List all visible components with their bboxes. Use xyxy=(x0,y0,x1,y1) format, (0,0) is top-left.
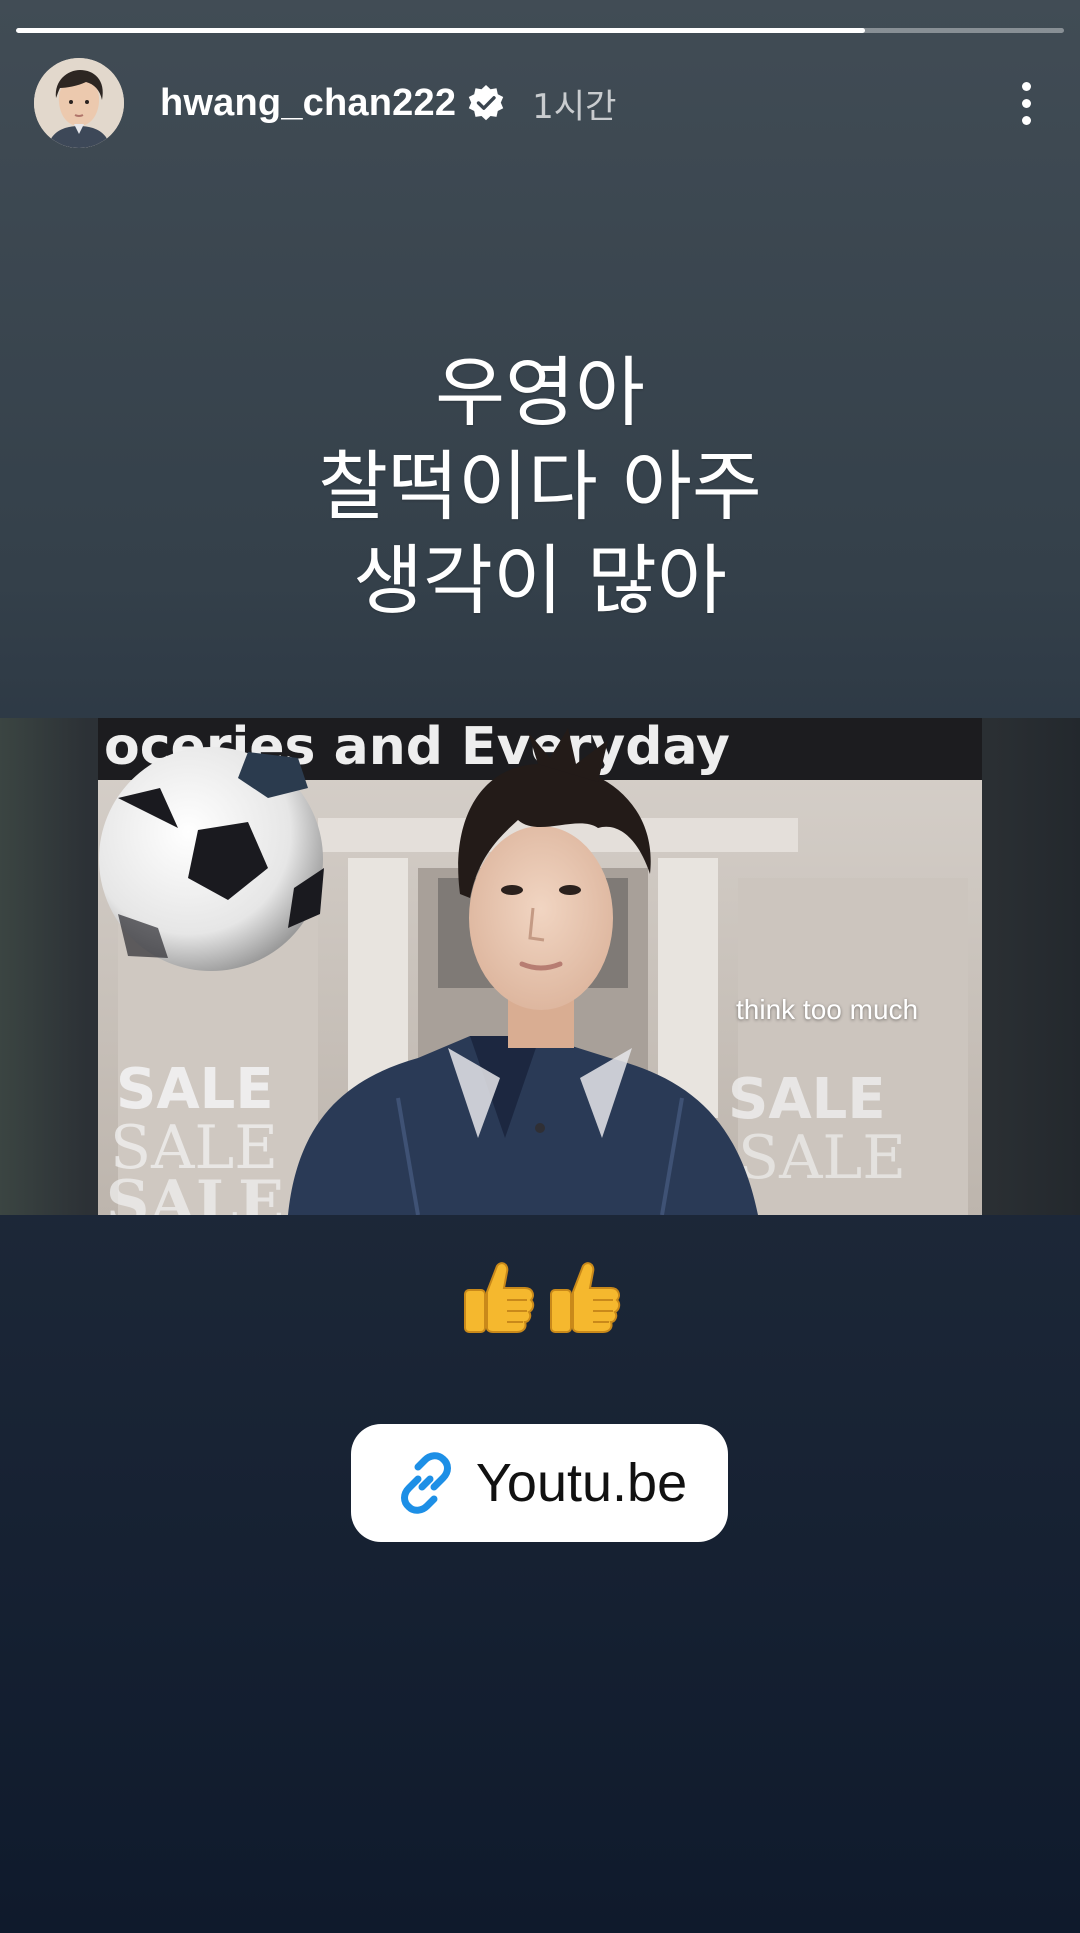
story-view[interactable]: hwang_chan222 1시간 우영아 찰떡이다 아주 생각이 많아 oce… xyxy=(0,0,1080,1933)
thumbs-up-emoji-icon xyxy=(550,1262,621,1333)
profile-photo-icon xyxy=(34,58,124,148)
video-overlay-text: think too much xyxy=(736,994,919,1025)
caption-line: 우영아 xyxy=(435,348,645,437)
avatar[interactable] xyxy=(34,58,124,148)
shared-video-thumbnail[interactable]: oceries and Everyday SALE SALE SALE SALE… xyxy=(98,718,982,1215)
video-frame-image: oceries and Everyday SALE SALE SALE SALE… xyxy=(98,718,982,1215)
sale-text: SALE xyxy=(106,1168,284,1215)
caption-line: 생각이 많아 xyxy=(353,536,727,625)
verified-badge-icon xyxy=(466,83,506,123)
more-vertical-icon[interactable] xyxy=(1006,73,1046,133)
post-time: 1시간 xyxy=(532,86,617,127)
link-icon xyxy=(392,1449,460,1517)
story-progress-bar xyxy=(16,28,1064,33)
media-band: oceries and Everyday SALE SALE SALE SALE… xyxy=(0,718,1080,1215)
story-header: hwang_chan222 1시간 xyxy=(34,58,1046,148)
emoji-sticker xyxy=(0,1258,1080,1338)
link-label: Youtu.be xyxy=(475,1453,688,1513)
username[interactable]: hwang_chan222 xyxy=(160,82,456,125)
caption-line: 찰떡이다 아주 xyxy=(318,442,762,531)
thumbs-up-emoji-icon xyxy=(464,1262,535,1333)
story-caption: 우영아 찰떡이다 아주 생각이 많아 xyxy=(0,346,1080,628)
sale-text: SALE xyxy=(738,1123,906,1193)
link-sticker[interactable]: Youtu.be xyxy=(351,1424,728,1542)
story-progress-fill xyxy=(16,28,865,33)
